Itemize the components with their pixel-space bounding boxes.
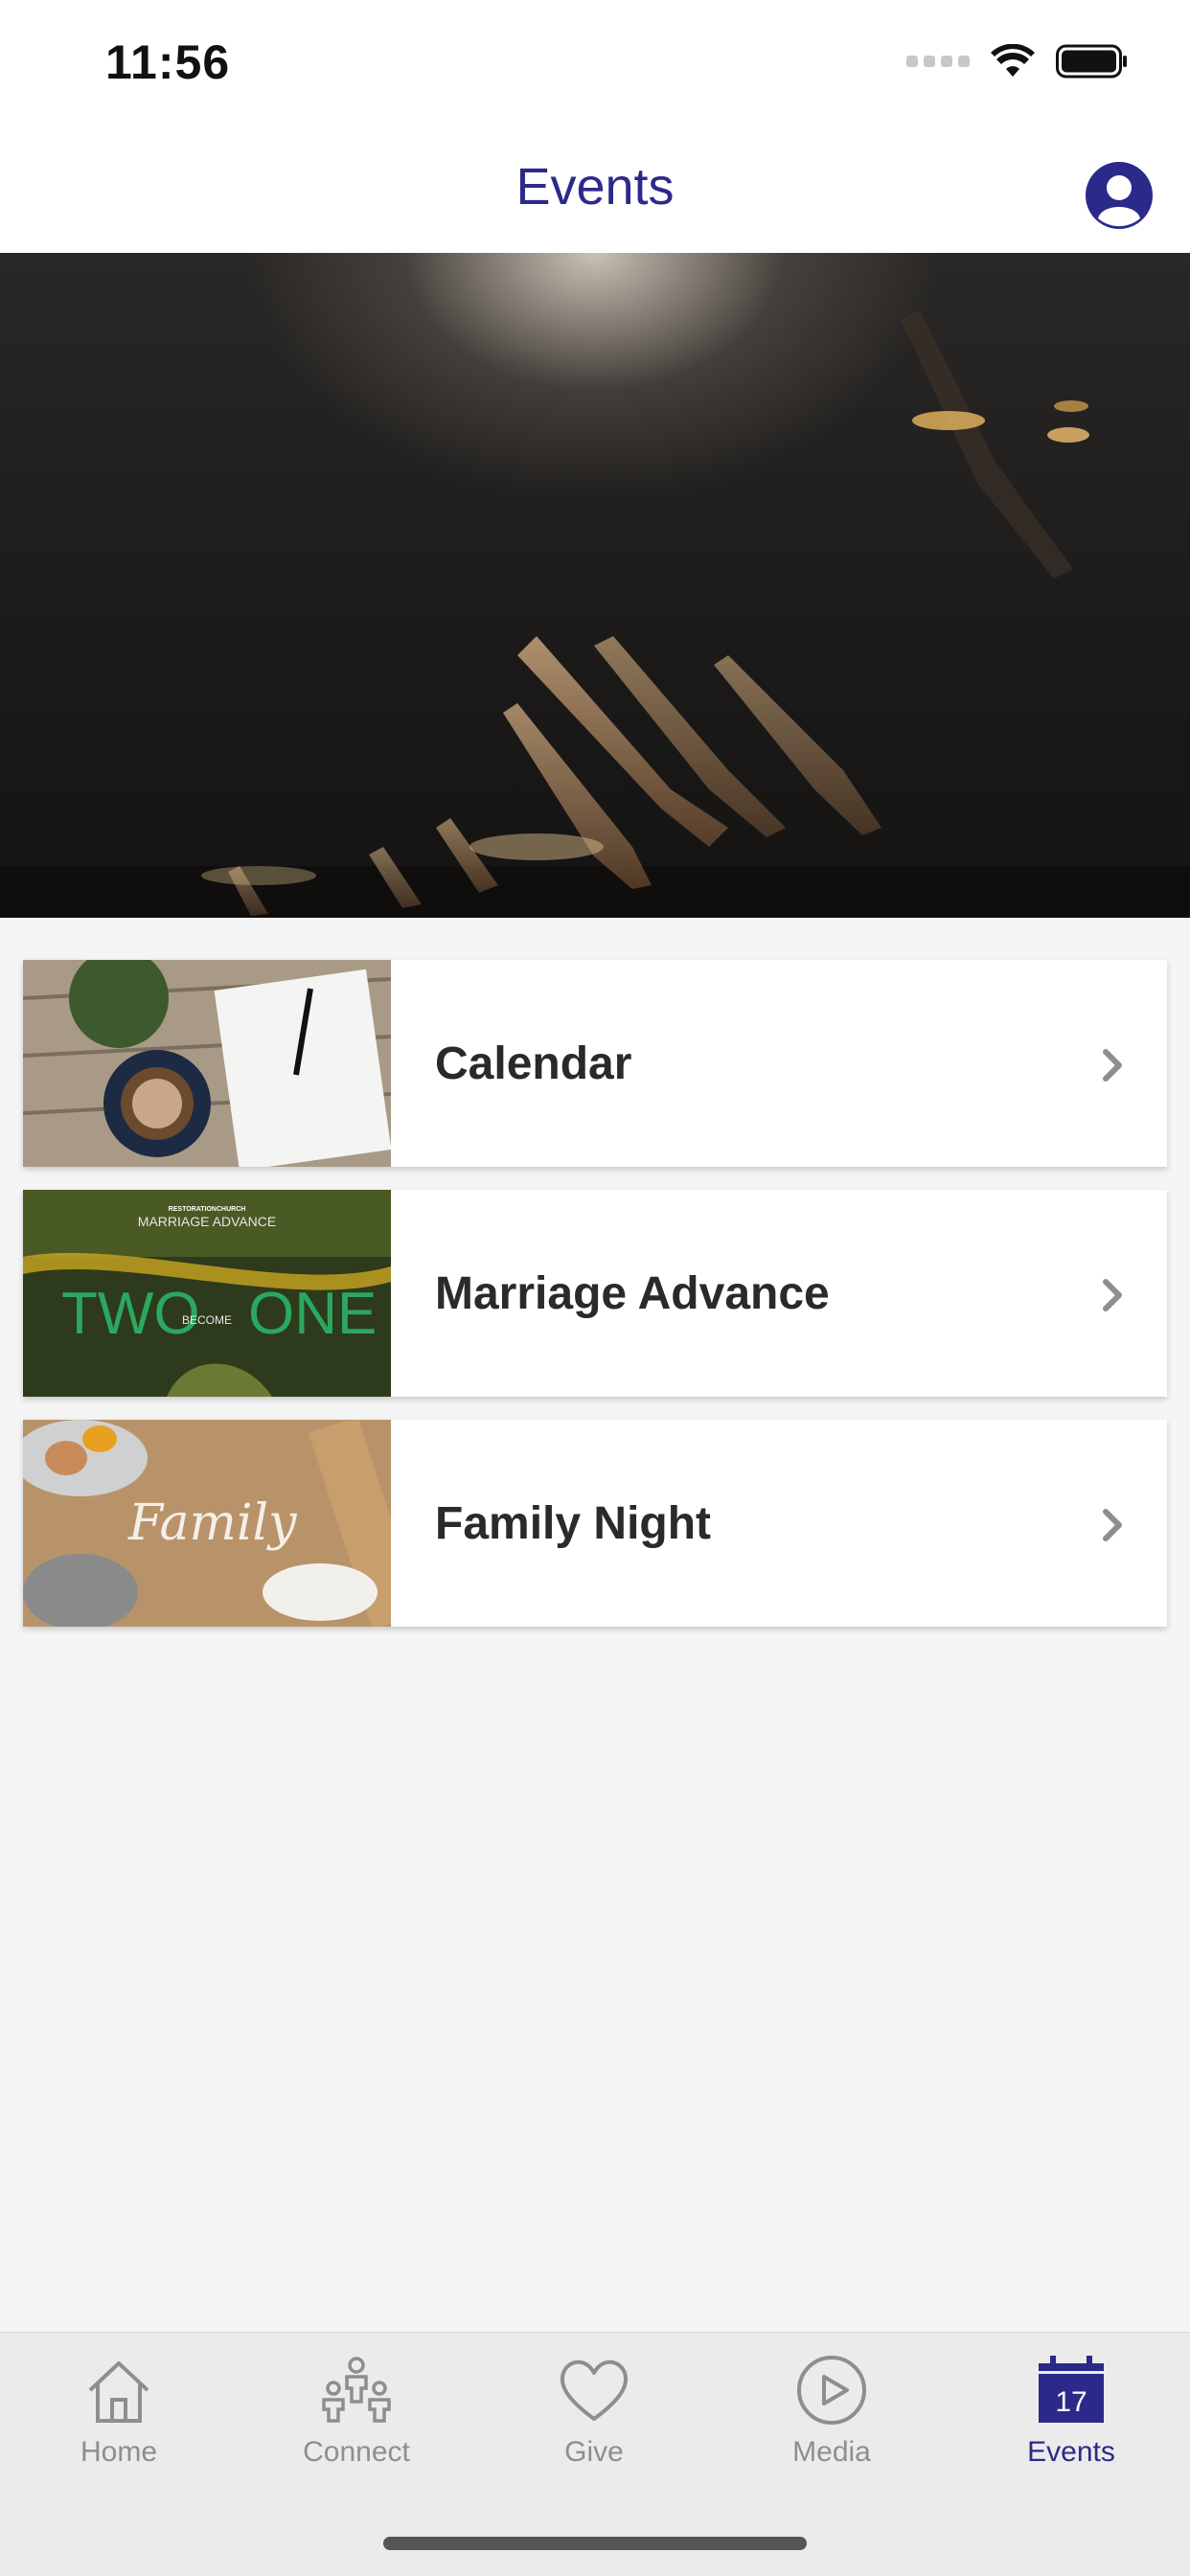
nav-bar: Events: [0, 130, 1190, 253]
calendar-label: Calendar: [435, 1037, 632, 1089]
people-icon: [322, 2357, 391, 2423]
wifi-icon: [991, 44, 1035, 77]
event-list: Calendar RESTORATIONCHURCH MARRIAGE ADVA…: [23, 960, 1167, 1650]
profile-icon: [1086, 162, 1153, 229]
marriage-advance-label: Marriage Advance: [435, 1267, 830, 1319]
marriage-advance-thumbnail: RESTORATIONCHURCH MARRIAGE ADVANCE TWO O…: [23, 1190, 391, 1397]
battery-icon: [1056, 44, 1127, 79]
raised-hands-graphic: [0, 310, 1190, 918]
thumb-script: Family: [127, 1494, 297, 1552]
profile-button[interactable]: [1085, 161, 1154, 230]
thumb-brand: RESTORATIONCHURCH: [169, 1206, 246, 1213]
calendar-icon: 17: [1039, 2356, 1104, 2423]
chevron-right-icon: [1103, 1509, 1122, 1541]
list-item-marriage-advance[interactable]: RESTORATIONCHURCH MARRIAGE ADVANCE TWO O…: [23, 1190, 1167, 1397]
home-indicator[interactable]: [383, 2537, 807, 2550]
home-icon: [88, 2361, 149, 2423]
tab-give-label: Give: [564, 2436, 624, 2468]
tab-connect-label: Connect: [303, 2436, 410, 2468]
list-item-family-night[interactable]: Family Family Night: [23, 1420, 1167, 1627]
play-icon: [797, 2356, 866, 2425]
status-time: 11:56: [105, 35, 231, 89]
tab-events-label: Events: [1027, 2436, 1115, 2468]
thumb-small: BECOME: [182, 1313, 232, 1327]
thumb-big-right: ONE: [248, 1281, 377, 1347]
tab-home[interactable]: Home: [0, 2352, 238, 2496]
status-icons: [906, 44, 1129, 79]
cellular-signal-icon: [906, 56, 970, 67]
thumb-title: MARRIAGE ADVANCE: [138, 1214, 276, 1229]
calendar-day: 17: [1055, 2386, 1087, 2418]
chevron-right-icon: [1103, 1279, 1122, 1311]
hero-image: [0, 253, 1190, 918]
list-item-calendar[interactable]: Calendar: [23, 960, 1167, 1167]
thumb-big-left: TWO: [61, 1281, 200, 1347]
family-night-label: Family Night: [435, 1497, 712, 1549]
chevron-right-icon: [1103, 1049, 1122, 1082]
page-title: Events: [515, 158, 675, 216]
tab-events[interactable]: 17 Events: [952, 2352, 1190, 2496]
tab-home-label: Home: [80, 2436, 158, 2468]
tab-media[interactable]: Media: [713, 2352, 950, 2496]
heart-icon: [560, 2359, 629, 2421]
tab-media-label: Media: [792, 2436, 871, 2468]
tab-give[interactable]: Give: [475, 2352, 713, 2496]
tab-connect[interactable]: Connect: [238, 2352, 475, 2496]
family-night-thumbnail: Family: [23, 1420, 391, 1627]
status-bar: 11:56: [0, 0, 1190, 130]
calendar-thumbnail: [23, 960, 391, 1167]
